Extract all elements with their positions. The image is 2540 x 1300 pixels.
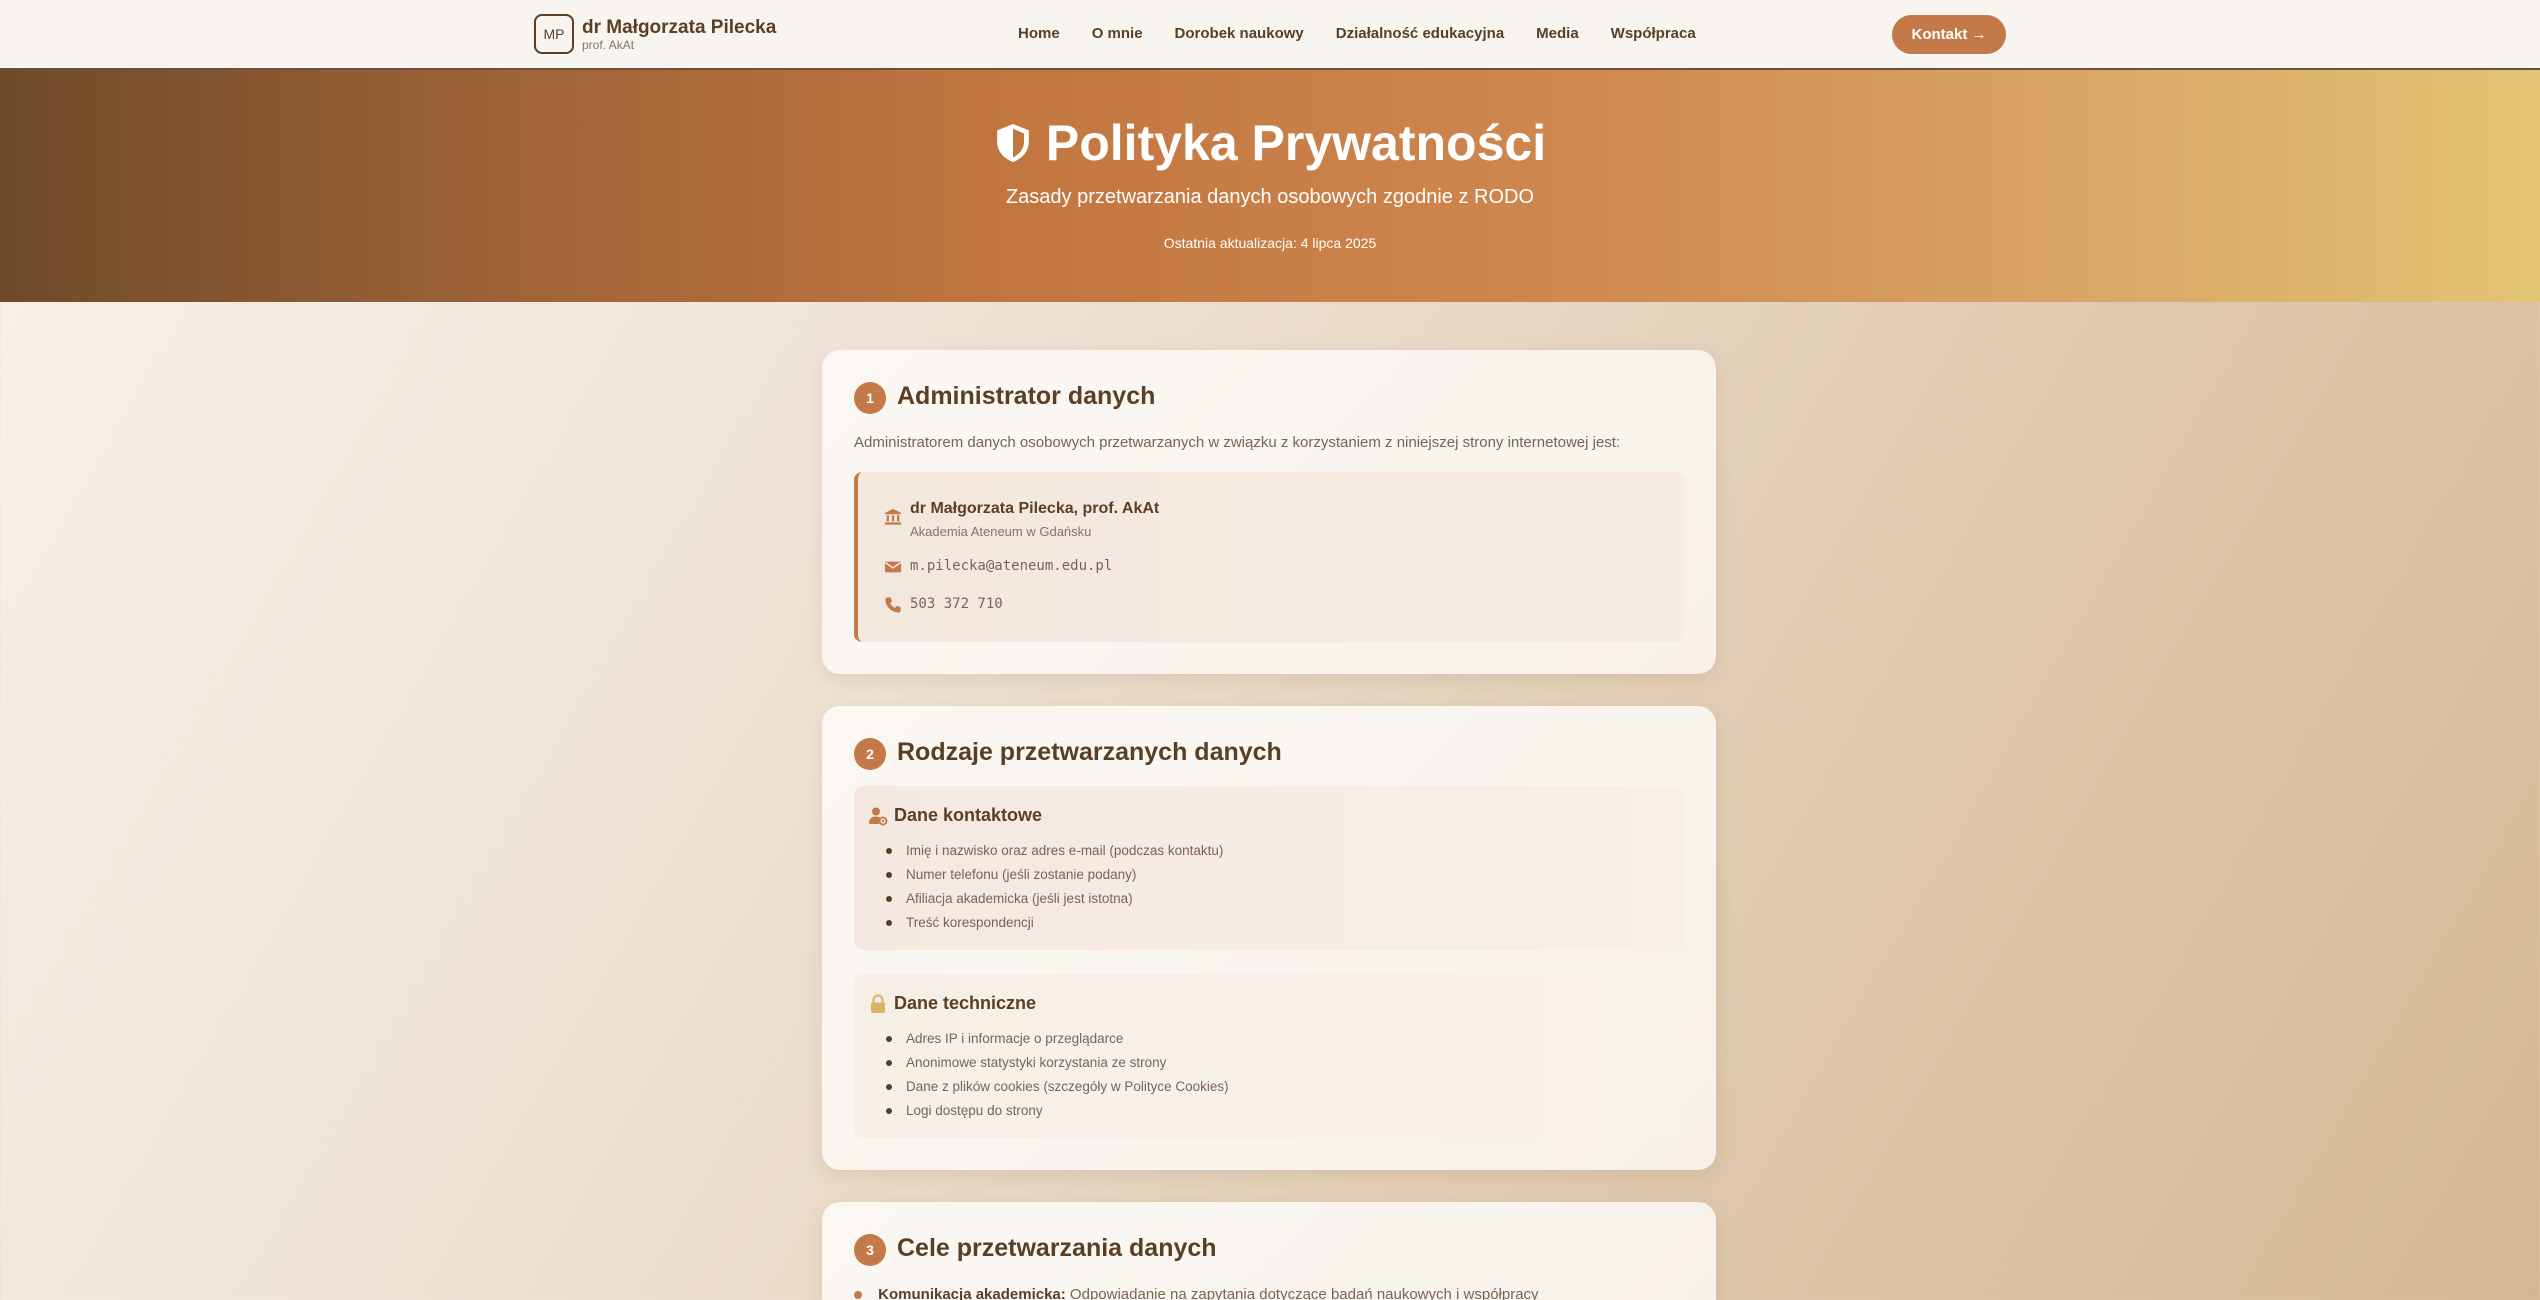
section-title: Cele przetwarzania danych xyxy=(897,1234,1217,1262)
lock-icon xyxy=(871,994,885,1013)
administrator-organization: Akademia Ateneum w Gdańsku xyxy=(910,524,1092,539)
list-item: Adres IP i informacje o przeglądarce xyxy=(886,1029,1229,1053)
university-icon xyxy=(884,508,902,525)
contact-data-box: Dane kontaktowe Imię i nazwisko oraz adr… xyxy=(854,786,1684,950)
administrator-name: dr Małgorzata Pilecka, prof. AkAt xyxy=(910,500,1160,517)
user-gear-icon xyxy=(869,807,888,826)
contact-data-title: Dane kontaktowe xyxy=(894,805,1043,825)
purpose-item: Komunikacja akademicka: Odpowiadanie na … xyxy=(854,1286,1539,1300)
list-item: Logi dostępu do strony xyxy=(886,1101,1229,1125)
nav-link-media[interactable]: Media xyxy=(1536,25,1579,42)
list-item: Imię i nazwisko oraz adres e-mail (podcz… xyxy=(885,841,1223,865)
list-item: Treść korespondencji xyxy=(885,913,1223,937)
section-number: 3 xyxy=(854,1234,886,1266)
top-nav: MP dr Małgorzata Pilecka prof. AkAt Home… xyxy=(0,0,2540,70)
hero-banner: Polityka Prywatności Zasady przetwarzani… xyxy=(0,70,2540,302)
nav-link-publications[interactable]: Dorobek naukowy xyxy=(1175,25,1304,42)
nav-link-education[interactable]: Działalność edukacyjna xyxy=(1336,25,1504,42)
purpose-label: Komunikacja akademicka: xyxy=(878,1286,1066,1300)
logo-mark[interactable]: MP xyxy=(534,14,574,54)
logo-name[interactable]: dr Małgorzata Pilecka xyxy=(582,17,776,39)
envelope-icon xyxy=(884,561,902,573)
contact-data-list: Imię i nazwisko oraz adres e-mail (podcz… xyxy=(885,841,1223,937)
page-title: Polityka Prywatności xyxy=(0,114,2540,172)
purpose-text: Odpowiadanie na zapytania dotyczące bada… xyxy=(1065,1286,1539,1300)
list-item: Anonimowe statystyki korzystania ze stro… xyxy=(886,1053,1229,1077)
last-updated: Ostatnia aktualizacja: 4 lipca 2025 xyxy=(1163,235,1377,251)
technical-data-title: Dane techniczne xyxy=(894,993,1037,1013)
page-subtitle: Zasady przetwarzania danych osobowych zg… xyxy=(1005,186,1535,208)
nav-link-cooperation[interactable]: Współpraca xyxy=(1611,25,1696,42)
list-item: Dane z plików cookies (szczegóły w Polit… xyxy=(886,1077,1229,1101)
administrator-email[interactable]: m.pilecka@ateneum.edu.pl xyxy=(910,558,1112,574)
section-number: 2 xyxy=(854,738,886,770)
list-item: Afiliacja akademicka (jeśli jest istotna… xyxy=(885,889,1223,913)
section-title: Administrator danych xyxy=(897,382,1156,410)
technical-data-list: Adres IP i informacje o przeglądarce Ano… xyxy=(886,1029,1229,1125)
section-card-data-types: 2 Rodzaje przetwarzanych danych Dane kon… xyxy=(822,706,1716,1170)
section-intro: Administratorem danych osobowych przetwa… xyxy=(854,434,1621,451)
nav-link-about[interactable]: O mnie xyxy=(1092,25,1143,42)
section-number: 1 xyxy=(854,382,886,414)
nav-link-home[interactable]: Home xyxy=(1018,25,1060,42)
nav-links: Home O mnie Dorobek naukowy Działalność … xyxy=(1018,25,1696,42)
section-card-purposes: 3 Cele przetwarzania danych Komunikacja … xyxy=(822,1202,1716,1300)
administrator-phone[interactable]: 503 372 710 xyxy=(910,596,1003,612)
contact-button[interactable]: Kontakt → xyxy=(1892,15,2006,54)
administrator-box: dr Małgorzata Pilecka, prof. AkAt Akadem… xyxy=(854,472,1684,642)
technical-data-box: Dane techniczne Adres IP i informacje o … xyxy=(854,974,1684,1138)
page-title-text: Polityka Prywatności xyxy=(1045,115,1547,171)
list-item: Numer telefonu (jeśli zostanie podany) xyxy=(885,865,1223,889)
logo-subtitle: prof. AkAt xyxy=(582,38,635,52)
shield-icon xyxy=(997,124,1029,162)
section-title: Rodzaje przetwarzanych danych xyxy=(897,738,1282,766)
phone-icon xyxy=(885,597,901,613)
section-card-administrator: 1 Administrator danych Administratorem d… xyxy=(822,350,1716,674)
